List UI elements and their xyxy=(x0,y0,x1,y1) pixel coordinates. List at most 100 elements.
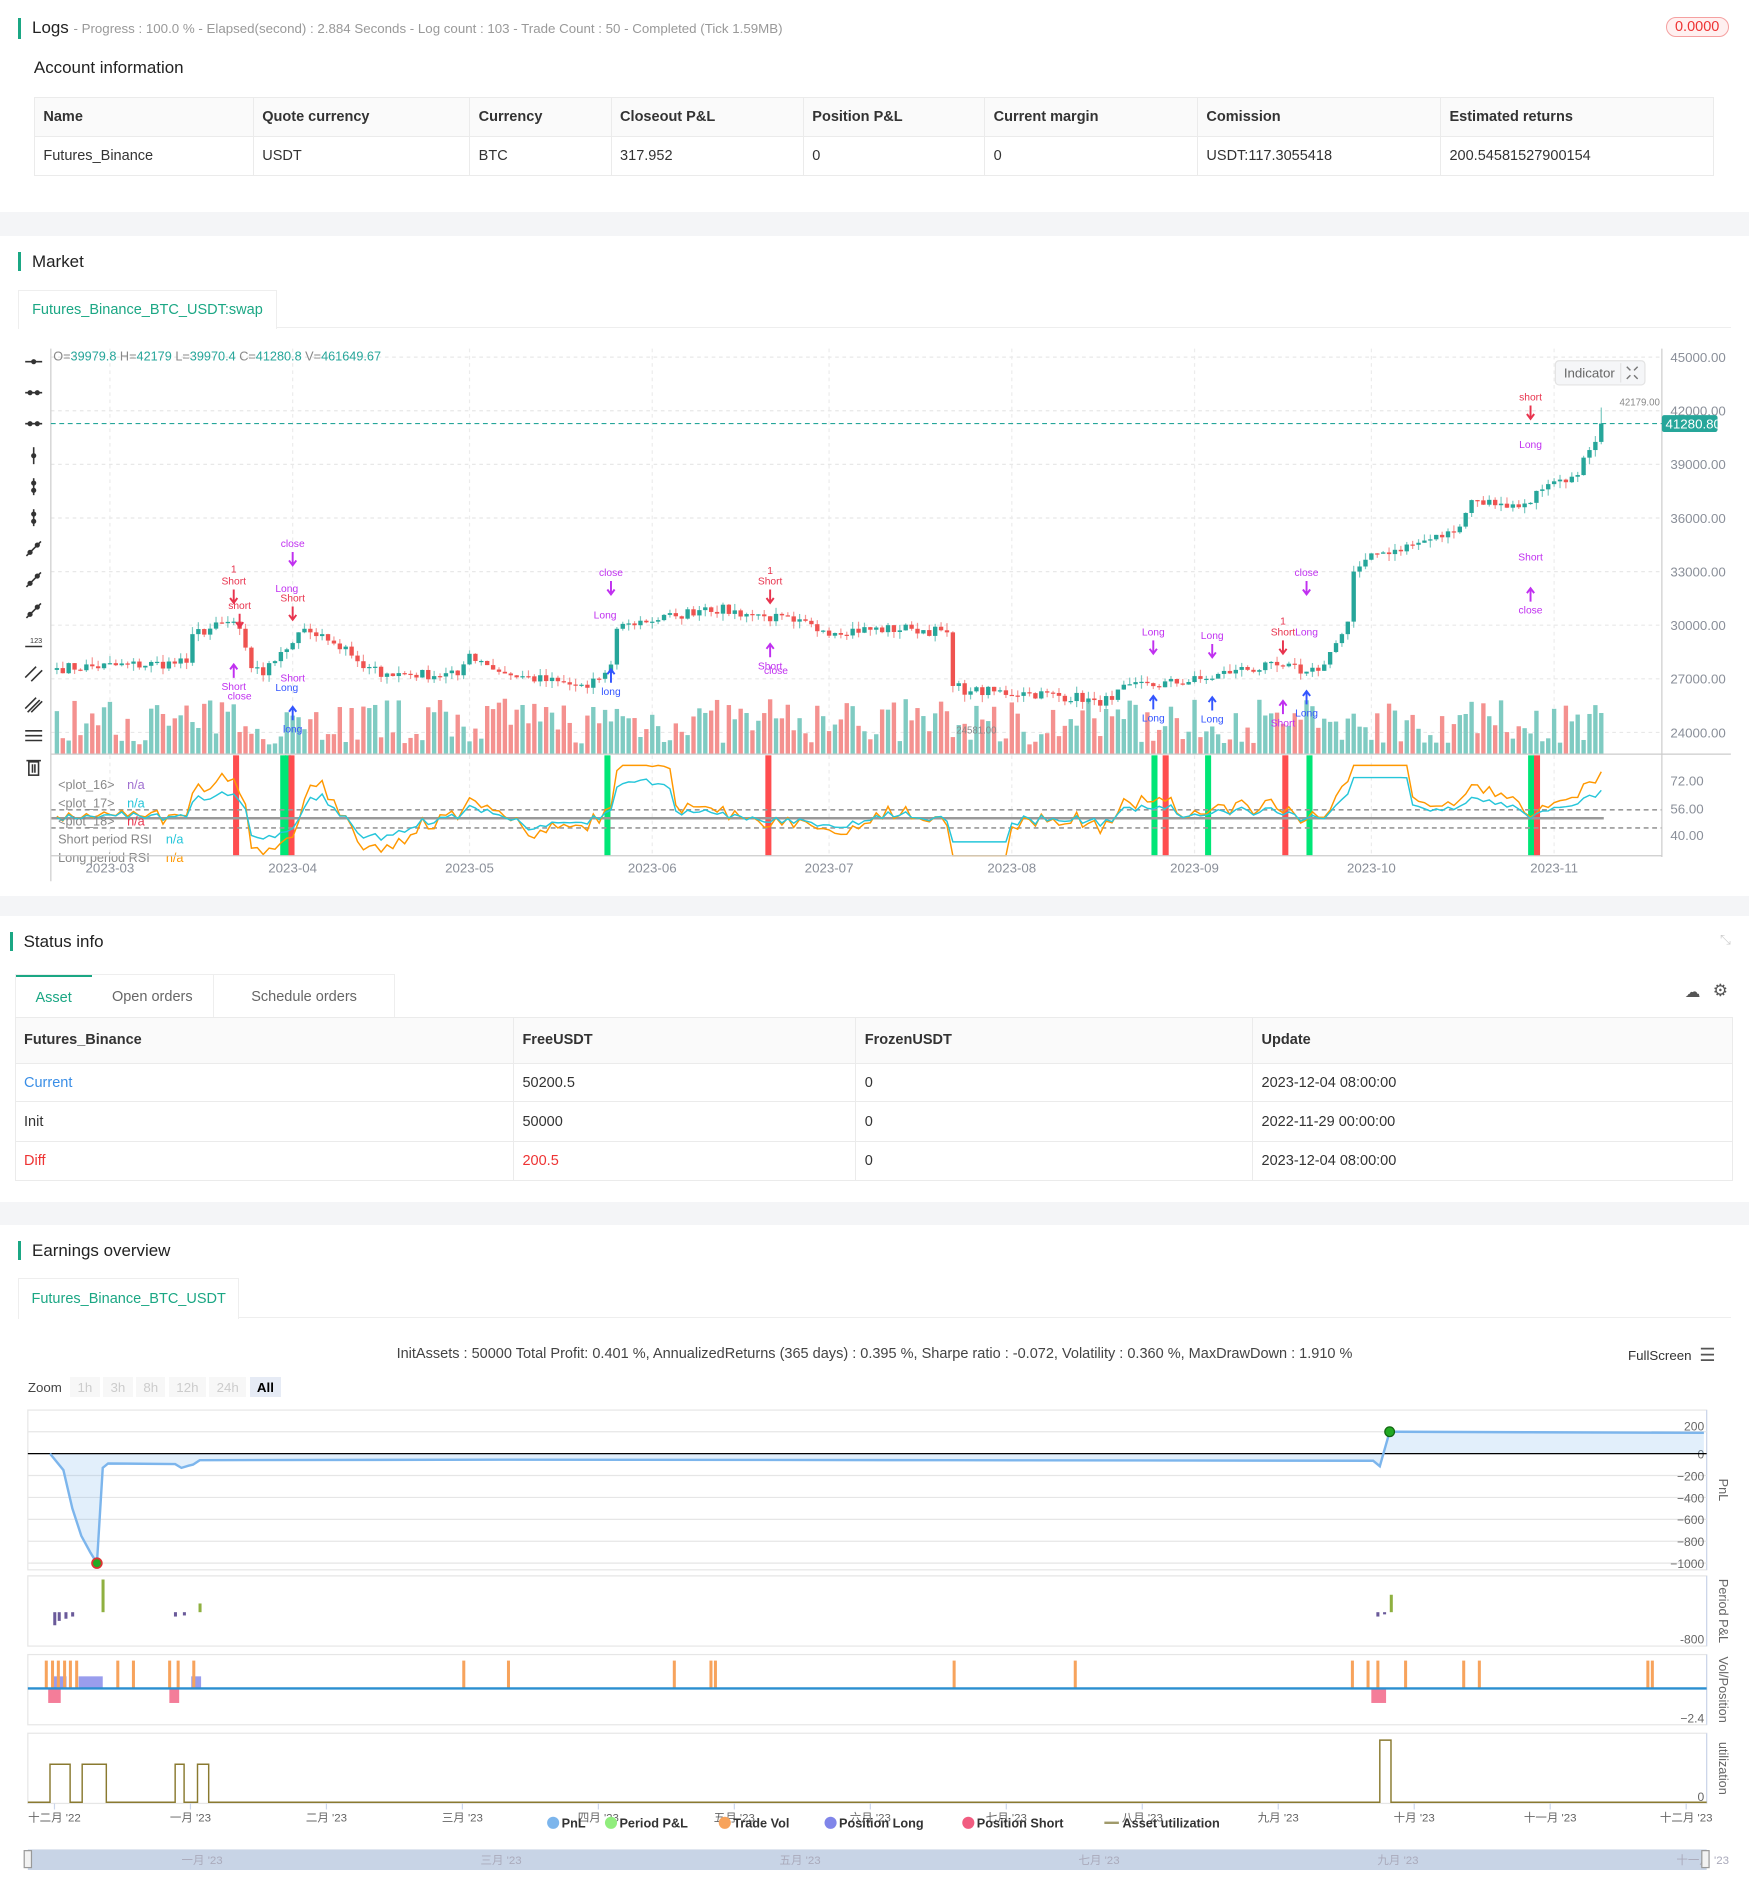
volume-bar xyxy=(60,738,65,755)
trade-vol-bar xyxy=(1462,1660,1466,1689)
pnl-tick-label: −400 xyxy=(1677,1491,1705,1505)
candle xyxy=(614,628,620,665)
volume-bar xyxy=(785,704,790,755)
candle xyxy=(278,651,284,662)
candle xyxy=(1563,479,1569,483)
max-pnl-marker xyxy=(1384,1426,1396,1438)
volume-bar xyxy=(1327,721,1333,755)
candle xyxy=(538,675,543,682)
candle xyxy=(1575,475,1580,477)
volume-bar xyxy=(1251,742,1256,755)
candle xyxy=(1168,678,1174,682)
candle xyxy=(897,630,902,632)
volume-bar xyxy=(78,735,83,755)
earnings-stats: InitAssets : 50000 Total Profit: 0.401 %… xyxy=(396,1345,1353,1362)
candle xyxy=(1062,695,1068,702)
volume-bar xyxy=(255,728,260,755)
volume-bar xyxy=(909,720,914,755)
pnl-tick-label: −200 xyxy=(1677,1469,1705,1483)
volume-bar xyxy=(119,740,124,755)
navigator-handle-left[interactable] xyxy=(23,1850,33,1869)
volume-bar xyxy=(826,731,832,755)
status-tabs: Asset Open orders Schedule orders xyxy=(14,974,396,1018)
candle xyxy=(1304,671,1309,674)
candle xyxy=(1286,663,1292,667)
candle xyxy=(1445,531,1451,538)
volume-bar xyxy=(302,729,307,755)
zoom-24h[interactable]: 24h xyxy=(209,1377,247,1398)
tab-schedule-orders[interactable]: Schedule orders xyxy=(214,975,395,1017)
candle xyxy=(1127,684,1132,686)
volume-bar xyxy=(791,730,796,755)
x-tick-label: 十二月 '22 xyxy=(28,1811,81,1825)
volume-bar xyxy=(107,701,113,755)
legend-item-pnl: PnL xyxy=(562,1817,586,1831)
candle xyxy=(1074,692,1079,702)
candle xyxy=(443,673,449,677)
earnings-chart[interactable]: 200 0 −200 −400 −600 −800 −1000 PnL Period P&L Vo… xyxy=(0,1404,1749,1888)
trade-annotation: Long xyxy=(1142,713,1165,724)
candle xyxy=(1003,690,1009,695)
col-name: Name xyxy=(33,96,254,137)
volume-bar xyxy=(449,736,455,755)
candle xyxy=(131,661,136,664)
section-divider xyxy=(0,1201,1749,1225)
candle xyxy=(1534,490,1539,503)
zoom-3h[interactable]: 3h xyxy=(103,1377,133,1398)
tab-market-symbol[interactable]: Futures_Binance_BTC_USDT:swap xyxy=(18,290,277,329)
cell: 50200.5 xyxy=(512,1062,857,1103)
tab-open-orders[interactable]: Open orders xyxy=(92,975,214,1018)
row-label-current[interactable]: Current xyxy=(14,1062,514,1103)
y-tick-label: 33000.00 xyxy=(1670,564,1725,579)
candle xyxy=(1528,502,1533,505)
tab-asset[interactable]: Asset xyxy=(15,975,92,1017)
volume-bar xyxy=(1593,705,1598,755)
signal-bar xyxy=(1282,755,1289,856)
indicator-button[interactable]: Indicator xyxy=(1554,360,1646,386)
volume-bar xyxy=(272,743,278,755)
candle xyxy=(1428,539,1433,541)
volume-bar xyxy=(1551,708,1557,755)
trade-annotation: Long xyxy=(1519,440,1542,451)
cloud-download-icon[interactable]: ☁ xyxy=(1685,982,1701,1002)
volume-bar xyxy=(396,700,401,755)
util-tick: 0 xyxy=(1697,1790,1704,1804)
candle xyxy=(490,665,496,670)
menu-icon[interactable]: ☰ xyxy=(1699,1345,1715,1366)
volume-bar xyxy=(437,699,443,755)
rsi-legend-name: <plot_18> xyxy=(58,814,114,828)
zoom-all[interactable]: All xyxy=(249,1377,282,1398)
volume-bar xyxy=(1386,703,1392,755)
volume-bar xyxy=(190,721,195,755)
zoom-12h[interactable]: 12h xyxy=(169,1377,206,1398)
navigator-label: 一月 '23 xyxy=(182,1855,223,1867)
volume-bar xyxy=(1092,718,1097,755)
y-tick-label: 30000.00 xyxy=(1670,618,1725,633)
volume-bar xyxy=(408,737,413,755)
volume-bar xyxy=(1380,742,1386,755)
volume-bar xyxy=(137,744,142,755)
fullscreen-button[interactable]: FullScreen xyxy=(1628,1348,1692,1363)
candle xyxy=(107,663,113,665)
tab-earnings-symbol[interactable]: Futures_Binance_BTC_USDT xyxy=(18,1278,240,1320)
period-pnl-bar xyxy=(182,1612,186,1616)
volume-bar xyxy=(1345,718,1350,755)
candle xyxy=(933,626,938,636)
zoom-1h[interactable]: 1h xyxy=(70,1377,100,1398)
collapse-icon[interactable]: ⤡ xyxy=(1720,932,1731,948)
volume-bar xyxy=(1522,728,1527,755)
candle xyxy=(1481,500,1486,505)
signal-bar xyxy=(1151,755,1158,856)
period-pnl-bar xyxy=(1376,1612,1380,1617)
volume-bar xyxy=(1322,718,1327,755)
candle xyxy=(1139,681,1144,683)
zoom-8h[interactable]: 8h xyxy=(136,1377,166,1398)
candle xyxy=(190,634,195,663)
navigator-handle-right[interactable] xyxy=(1701,1850,1710,1869)
rsi-tick-label: 40.00 xyxy=(1670,828,1703,843)
candle xyxy=(726,604,732,614)
market-chart[interactable]: <plot_16> n/a <plot_17> n/a <plot_18> n/a Shor… xyxy=(0,345,1749,884)
gear-icon[interactable]: ⚙ xyxy=(1713,980,1728,1001)
cell: 0 xyxy=(802,135,986,177)
table-row: Diff 200.5 0 2023-12-04 08:00:00 xyxy=(14,1141,1734,1182)
